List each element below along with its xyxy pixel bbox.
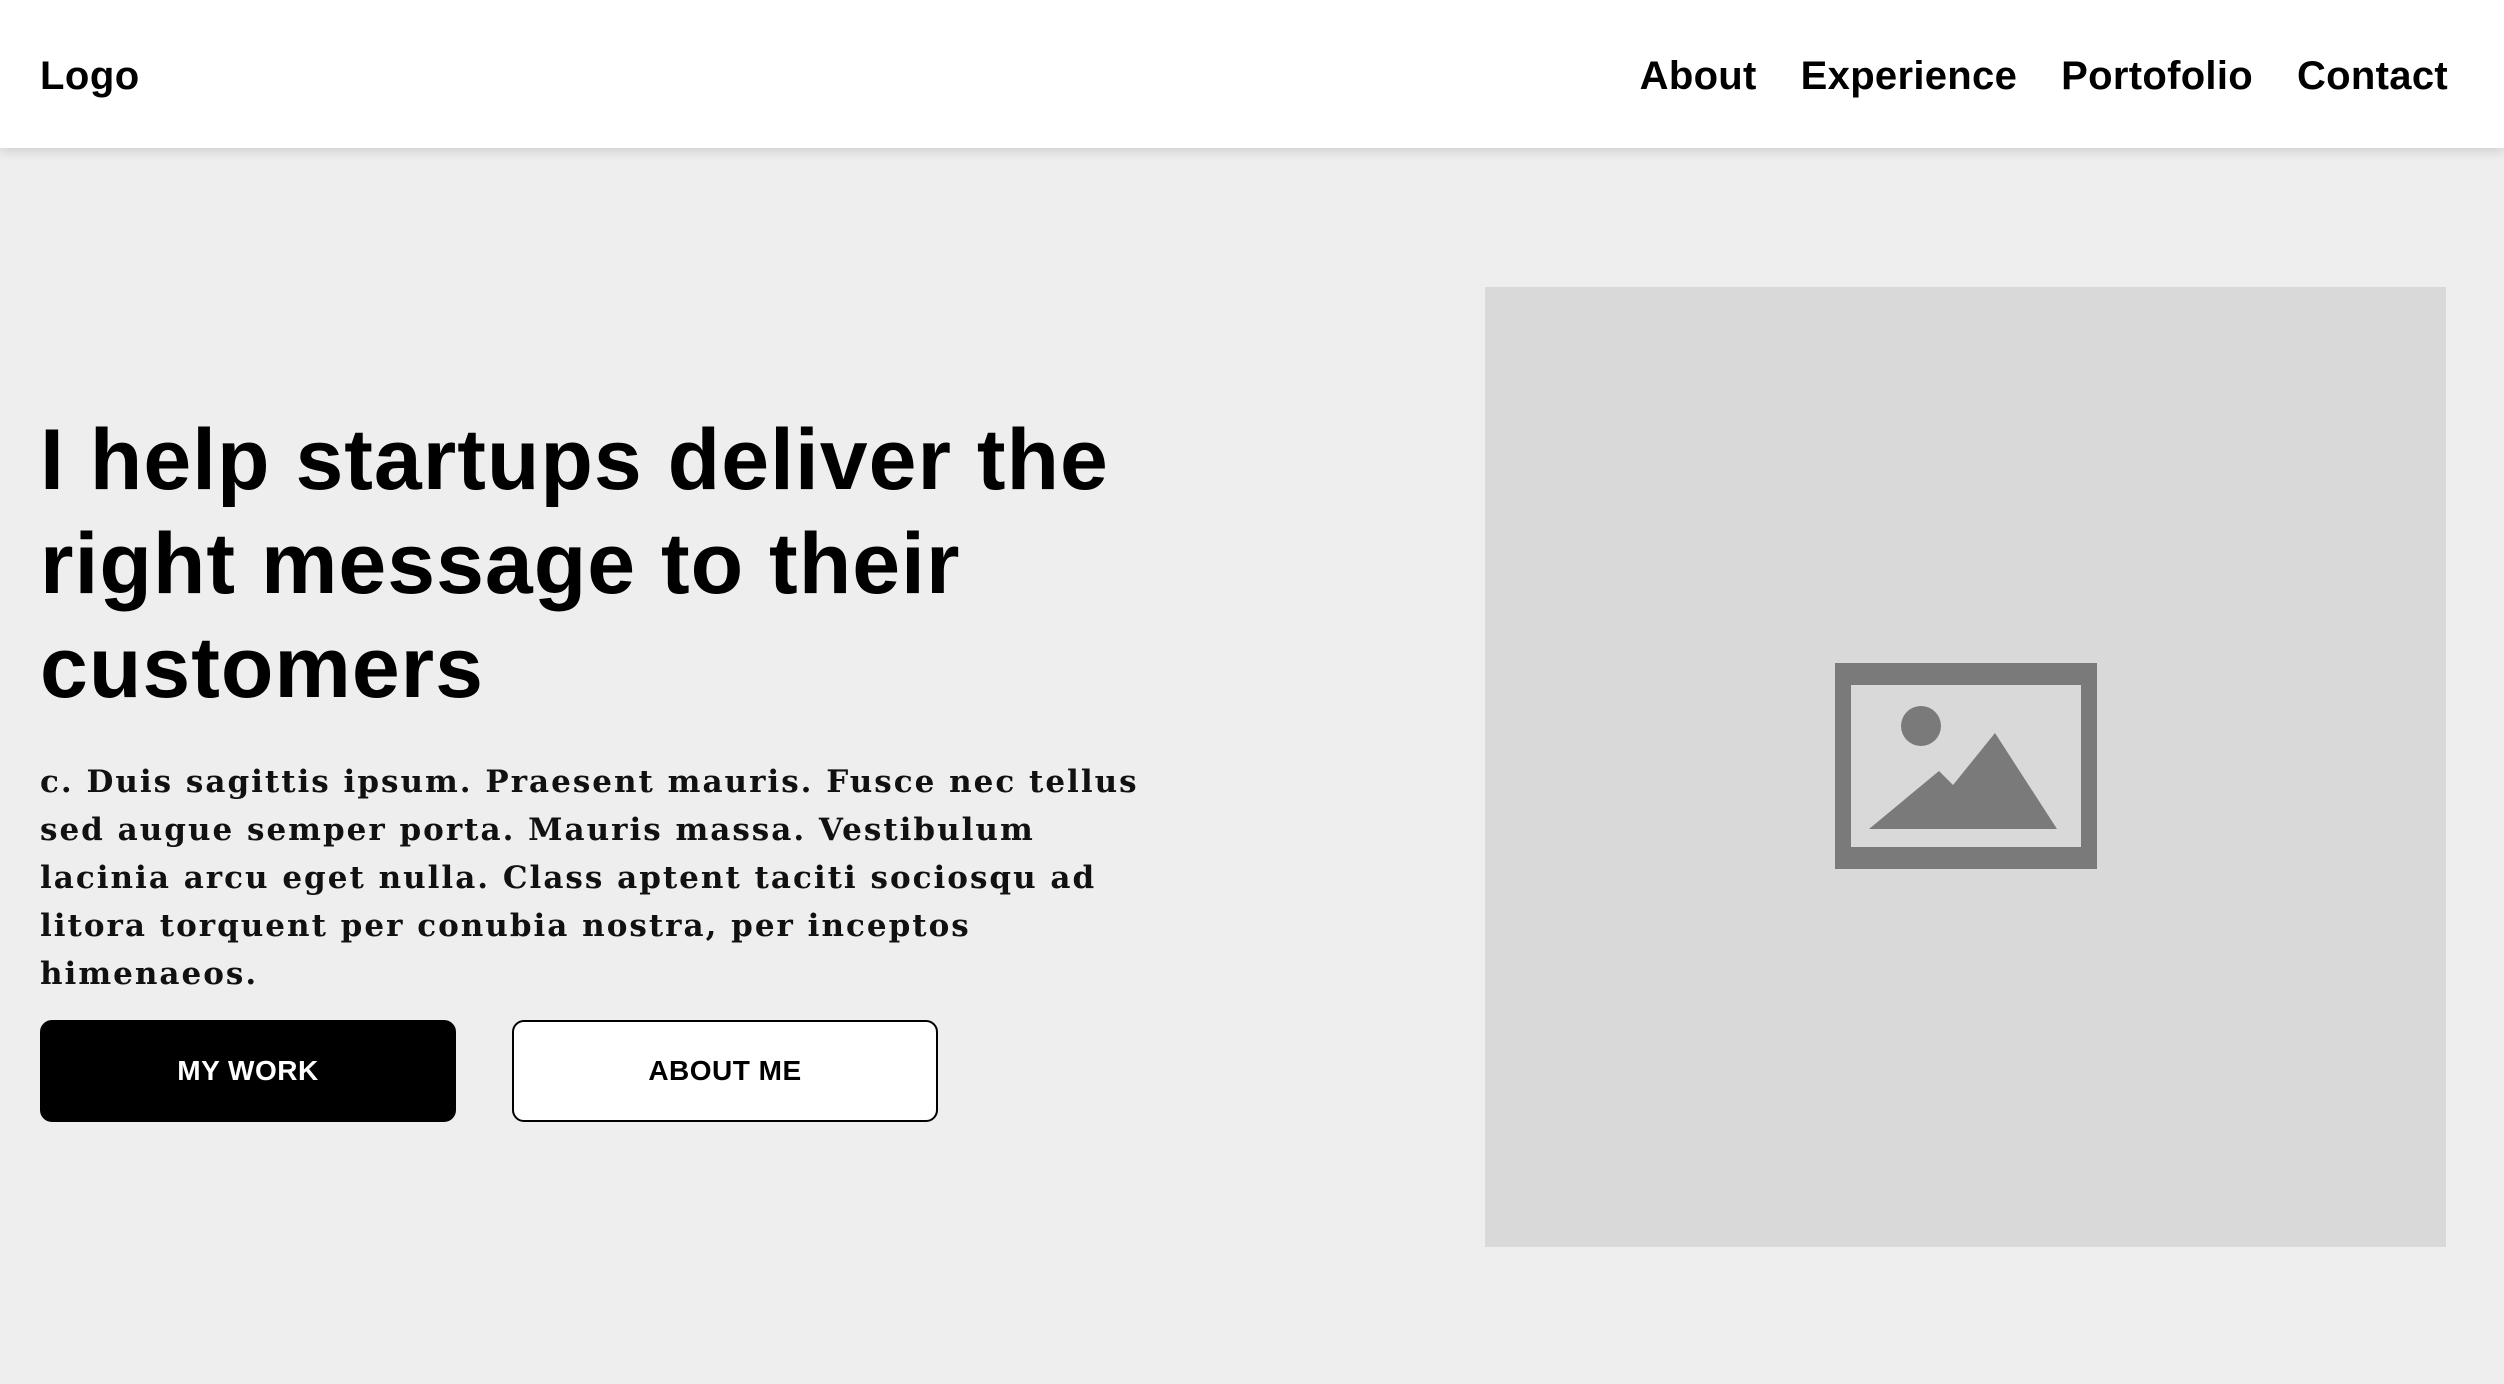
my-work-button[interactable]: MY WORK [40,1020,456,1122]
image-placeholder-icon [1835,663,2097,869]
nav-link-portofolio[interactable]: Portofolio [2061,48,2253,104]
nav-link-contact[interactable]: Contact [2297,48,2448,104]
top-navigation-bar: Logo About Experience Portofolio Contact [0,0,2504,148]
hero-section: I help startups deliver the right messag… [0,148,2504,1384]
logo[interactable]: Logo [40,48,140,104]
about-me-button[interactable]: ABOUT ME [512,1020,938,1122]
hero-headline: I help startups deliver the right messag… [40,412,1109,716]
main-nav: About Experience Portofolio Contact [1640,48,2448,104]
hero-image-placeholder [1485,287,2446,1247]
hero-description: c. Duis sagittis ipsum. Praesent mauris.… [40,764,1139,992]
nav-link-experience[interactable]: Experience [1801,48,2017,104]
nav-link-about[interactable]: About [1640,48,1757,104]
